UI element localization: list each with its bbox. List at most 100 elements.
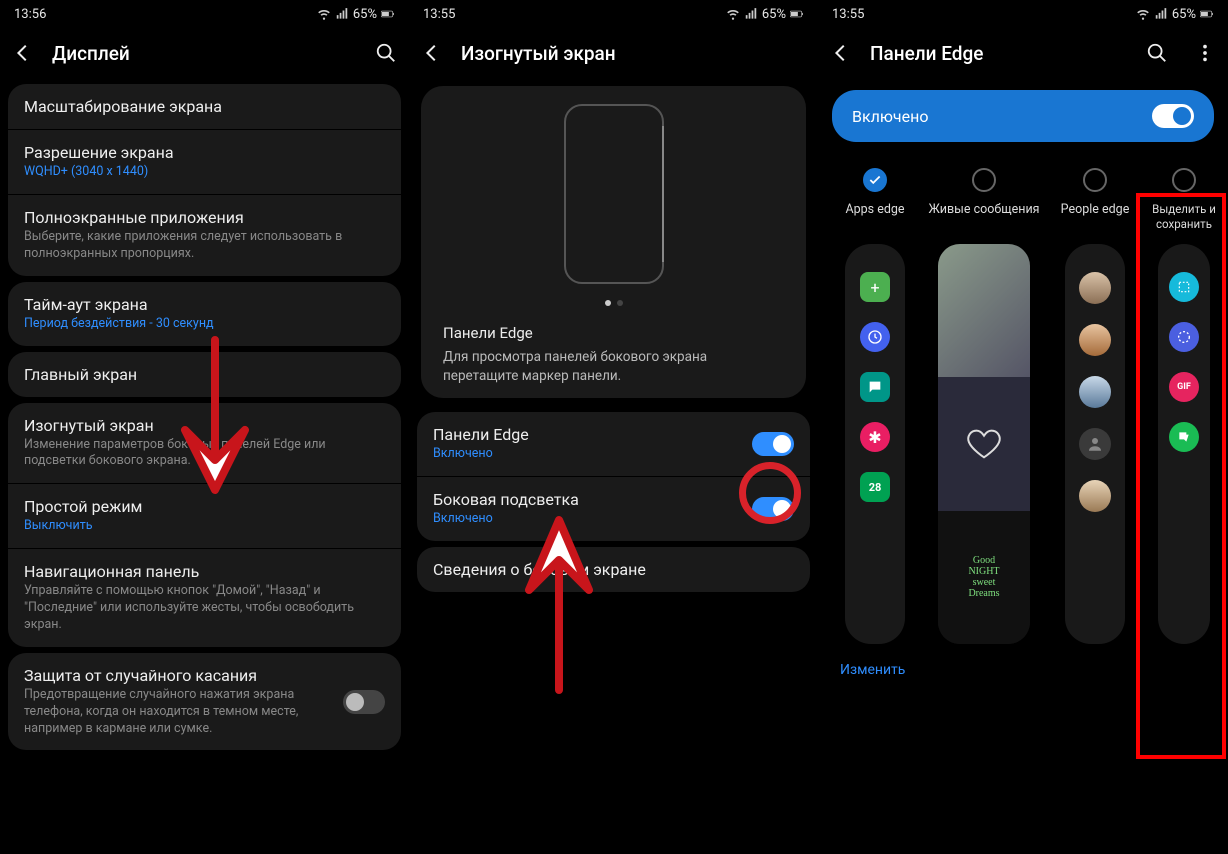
avatar (1079, 272, 1111, 304)
item-label: Защита от случайного касания (24, 666, 331, 685)
panel-check[interactable] (1083, 168, 1107, 192)
item-edge[interactable]: Изогнутый экран Изменение параметров бок… (8, 403, 401, 484)
item-sublabel: Период бездействия - 30 секунд (24, 316, 385, 333)
item-about[interactable]: Сведения о боковом экране (417, 547, 810, 592)
touch-toggle[interactable] (343, 690, 385, 714)
item-sublabel: WQHD+ (3040 x 1440) (24, 164, 385, 181)
status-time: 13:56 (14, 7, 46, 22)
battery-text: 65% (762, 7, 786, 22)
panel-apps[interactable]: Apps edge + ✱ 28 (830, 168, 920, 644)
item-home[interactable]: Главный экран (8, 352, 401, 397)
app-calendar-icon: 28 (860, 472, 890, 502)
master-switch[interactable] (1152, 104, 1194, 128)
search-icon[interactable] (1146, 42, 1168, 64)
page-title: Изогнутый экран (461, 42, 806, 65)
page-title: Дисплей (52, 42, 357, 65)
app-bar: Дисплей (0, 28, 409, 78)
panel-preview: GIF (1158, 244, 1210, 644)
item-nav[interactable]: Навигационная панель Управляйте с помощь… (8, 548, 401, 647)
phone-screen-1: 13:56 65% Дисплей Масштабирование экрана… (0, 0, 409, 854)
preview-tile-goodnight: Good NIGHT sweet Dreams (938, 511, 1030, 644)
item-label: Боковая подсветка (433, 490, 740, 509)
panel-label: People edge (1048, 202, 1142, 234)
panel-select[interactable]: Выделить и сохранить GIF (1150, 168, 1218, 644)
app-clock-icon (860, 322, 890, 352)
app-messages-icon (860, 372, 890, 402)
master-toggle[interactable]: Включено (832, 90, 1214, 142)
panel-check[interactable] (972, 168, 996, 192)
more-icon[interactable] (1194, 42, 1216, 64)
item-sublabel: Изменение параметров боковых панелей Edg… (24, 437, 385, 471)
item-label: Простой режим (24, 497, 385, 516)
status-right: 65% (1136, 7, 1214, 22)
preview-tile-heart (938, 377, 1030, 510)
preview-card: Панели Edge Для просмотра панелей боково… (421, 86, 806, 398)
item-panels[interactable]: Панели Edge Включено (417, 412, 810, 476)
status-time: 13:55 (423, 7, 455, 22)
status-bar: 13:55 65% (409, 0, 818, 28)
avatar (1079, 324, 1111, 356)
signal-icon (1154, 7, 1168, 21)
item-label: Полноэкранные приложения (24, 208, 385, 227)
avatar-placeholder-icon (1079, 428, 1111, 460)
app-flower-icon: ✱ (860, 422, 890, 452)
app-bar: Панели Edge (818, 28, 1228, 78)
item-label: Тайм-аут экрана (24, 295, 385, 314)
phone-screen-3: 13:55 65% Панели Edge Включено Apps edge… (818, 0, 1228, 854)
signal-icon (335, 7, 349, 21)
battery-icon (1200, 7, 1214, 21)
item-label: Масштабирование экрана (24, 97, 385, 116)
item-sublabel: Выберите, какие приложения следует испол… (24, 229, 385, 263)
preview-tile-photo (938, 244, 1030, 377)
lighting-toggle[interactable] (752, 497, 794, 521)
panel-preview: + ✱ 28 (845, 244, 905, 644)
wifi-icon (1136, 7, 1150, 21)
back-icon[interactable] (421, 42, 443, 64)
wifi-icon (317, 7, 331, 21)
panel-live[interactable]: Живые сообщения Good NIGHT sweet Dreams (928, 168, 1040, 644)
app-calculator-icon: + (860, 272, 890, 302)
item-touch[interactable]: Защита от случайного касания Предотвраще… (8, 653, 401, 751)
item-label: Разрешение экрана (24, 143, 385, 162)
phone-screen-2: 13:55 65% Изогнутый экран Панели Edge Дл… (409, 0, 818, 854)
item-label: Сведения о боковом экране (433, 560, 794, 579)
avatar (1079, 376, 1111, 408)
item-fullscreen[interactable]: Полноэкранные приложения Выберите, какие… (8, 194, 401, 276)
panel-people[interactable]: People edge (1048, 168, 1142, 644)
avatar (1079, 480, 1111, 512)
item-timeout[interactable]: Тайм-аут экрана Период бездействия - 30 … (8, 282, 401, 346)
item-easy[interactable]: Простой режим Выключить (8, 483, 401, 548)
item-label: Навигационная панель (24, 562, 385, 581)
panel-label: Живые сообщения (928, 202, 1040, 234)
panel-label: Выделить и сохранить (1150, 202, 1218, 234)
item-sublabel: Включено (433, 446, 740, 463)
panel-check[interactable] (1172, 168, 1196, 192)
battery-icon (790, 7, 804, 21)
item-resolution[interactable]: Разрешение экрана WQHD+ (3040 x 1440) (8, 129, 401, 194)
panel-check[interactable] (863, 168, 887, 192)
panels-toggle[interactable] (752, 432, 794, 456)
search-icon[interactable] (375, 42, 397, 64)
preview-desc: Для просмотра панелей бокового экрана пе… (443, 348, 784, 386)
item-lighting[interactable]: Боковая подсветка Включено (417, 476, 810, 541)
item-sublabel: Включено (433, 511, 740, 528)
tool-rect-select-icon (1169, 272, 1199, 302)
preview-pager (443, 300, 784, 306)
back-icon[interactable] (12, 42, 34, 64)
preview-phone-icon (564, 104, 664, 284)
page-title: Панели Edge (870, 42, 1128, 65)
item-label: Панели Edge (433, 425, 740, 444)
back-icon[interactable] (830, 42, 852, 64)
item-sublabel: Выключить (24, 518, 385, 535)
panel-preview (1065, 244, 1125, 644)
panel-row[interactable]: Apps edge + ✱ 28 Живые сообщения (818, 154, 1228, 644)
item-label: Главный экран (24, 365, 385, 384)
tool-gif-icon: GIF (1169, 372, 1199, 402)
tool-pin-icon (1169, 422, 1199, 452)
status-bar: 13:56 65% (0, 0, 409, 28)
edit-link[interactable]: Изменить (818, 644, 1228, 696)
item-sublabel: Предотвращение случайного нажатия экрана… (24, 687, 331, 738)
item-sublabel: Управляйте с помощью кнопок "Домой", "На… (24, 583, 385, 634)
item-scaling[interactable]: Масштабирование экрана (8, 84, 401, 129)
status-time: 13:55 (832, 7, 864, 22)
